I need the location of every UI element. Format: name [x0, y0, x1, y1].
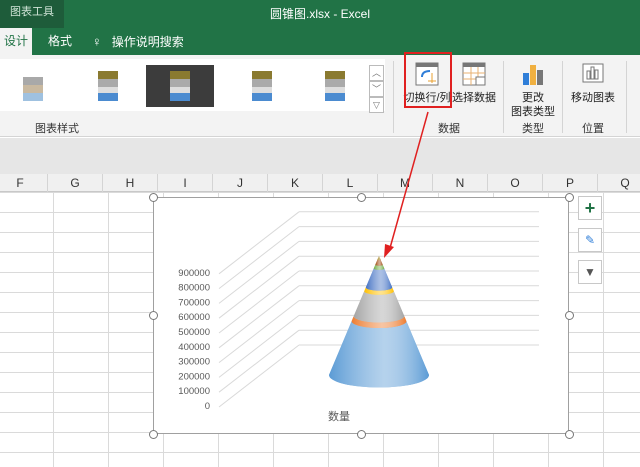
- annotation-arrow: [384, 111, 429, 258]
